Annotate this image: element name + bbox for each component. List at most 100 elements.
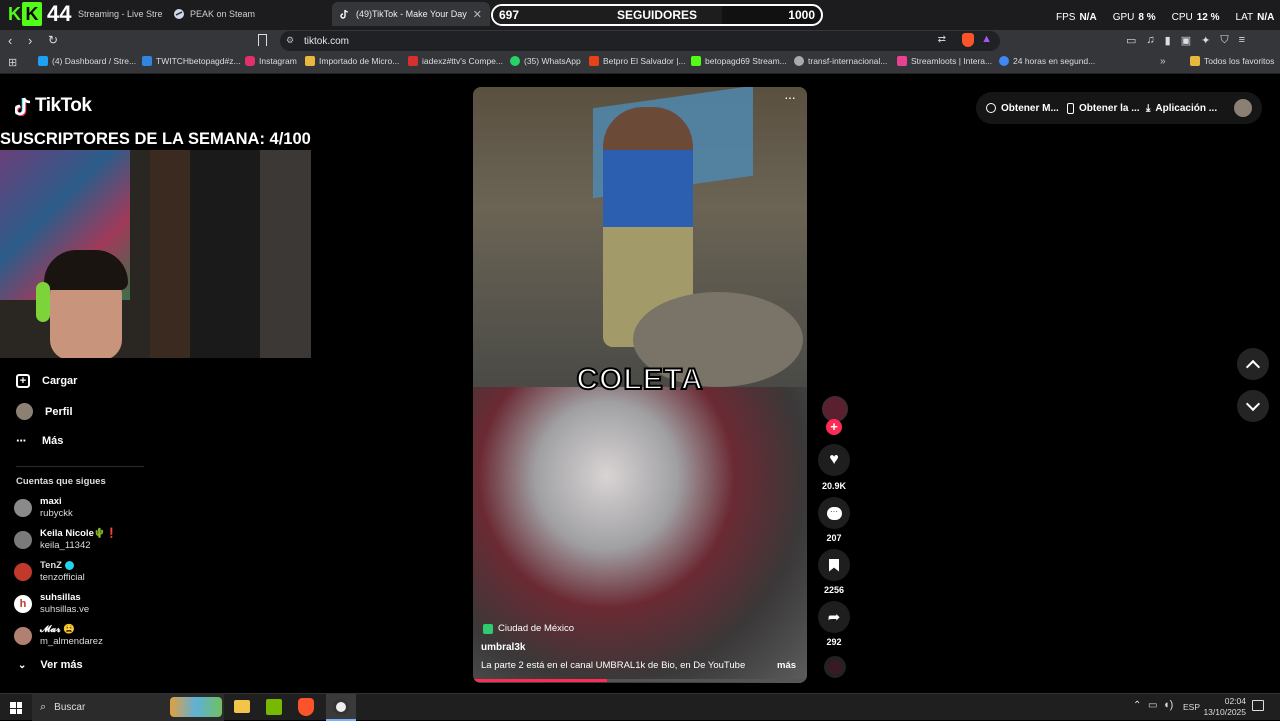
close-tab-icon[interactable]: ✕: [473, 8, 482, 21]
site-info-icon[interactable]: ⚙: [286, 35, 294, 46]
video-menu-icon[interactable]: ···: [784, 89, 796, 105]
door-frame: [190, 150, 260, 358]
system-stats: FPS N/A GPU 8 % CPU 12 % LAT N/A: [1056, 12, 1274, 23]
clock[interactable]: 02:04 13/10/2025: [1200, 696, 1246, 718]
notifications-icon[interactable]: [1252, 700, 1264, 711]
tab-streaming[interactable]: Streaming - Live Stream: [70, 2, 170, 26]
bookmark-transf[interactable]: transf-internacional...: [794, 56, 887, 66]
comment-button[interactable]: ···: [818, 497, 850, 529]
bookmark-twitch[interactable]: TWITCHbetopagd#z...: [142, 56, 241, 66]
back-icon[interactable]: ‹: [8, 33, 12, 48]
apps-grid-icon[interactable]: ⊞: [8, 56, 17, 69]
tab-steam[interactable]: PEAK on Steam: [166, 2, 326, 26]
browser-nav-bar: ‹ › ↻ ⚙ tiktok.com ⇄ ▲ ▭ ♫ ▮ ▣ ✦ ⛉ ≡: [0, 30, 1280, 52]
video-location[interactable]: Ciudad de México: [483, 623, 574, 634]
volume-icon[interactable]: ◖): [1163, 699, 1173, 711]
screenshot-icon[interactable]: ▭: [1126, 34, 1136, 47]
following-item-maxi[interactable]: maxi rubyckk: [14, 496, 73, 520]
bookmark-iadexz[interactable]: iadexz#ttv's Compe...: [408, 56, 503, 66]
tab-label: PEAK on Steam: [190, 9, 256, 19]
nav-more[interactable]: ··· Más: [16, 433, 63, 448]
bookmark-whatsapp[interactable]: (35) WhatsApp: [510, 56, 581, 66]
network-icon[interactable]: ▭: [1148, 700, 1157, 711]
sidebar-icon[interactable]: ▮: [1165, 34, 1171, 47]
kick-logo-large: K: [22, 2, 42, 26]
vpn-icon[interactable]: ⛉: [1220, 34, 1228, 47]
brave-shield-icon[interactable]: [962, 33, 974, 47]
plus-square-icon: +: [16, 374, 30, 388]
media-icon[interactable]: ♫: [1146, 34, 1154, 47]
following-item-keila[interactable]: Keila Nicole🌵❗ keila_11342: [14, 528, 118, 552]
desktop-app-button[interactable]: ⤓ Aplicación ...: [1146, 93, 1217, 123]
bookmark-betpro[interactable]: Betpro El Salvador |...: [589, 56, 686, 66]
chevron-up-icon: [1245, 359, 1261, 374]
brave-icon[interactable]: [298, 698, 314, 716]
following-item-tenz[interactable]: TenZ tenzofficial: [14, 560, 85, 584]
obs-icon-active[interactable]: [326, 694, 356, 721]
comment-icon: ···: [826, 506, 842, 520]
following-header: Cuentas que sigues: [16, 476, 106, 487]
cpu-value: 12 %: [1196, 12, 1220, 23]
video-author[interactable]: umbral3k: [481, 642, 525, 653]
nav-upload[interactable]: + Cargar: [16, 374, 77, 388]
folder-icon: [305, 56, 315, 66]
music-disc-icon[interactable]: [824, 656, 846, 678]
caption-more-link[interactable]: más: [777, 660, 796, 671]
bookmark-favicon: [245, 56, 255, 66]
address-url: tiktok.com: [304, 35, 350, 47]
following-name: suhsillas: [40, 592, 81, 603]
tray-chevron-icon[interactable]: ⌃: [1133, 700, 1141, 711]
next-video-button[interactable]: [1237, 390, 1269, 422]
previous-video-button[interactable]: [1237, 348, 1269, 380]
bookmark-all-favorites[interactable]: Todos los favoritos: [1190, 56, 1274, 66]
clock-time: 02:04: [1224, 696, 1246, 706]
wall-right: [260, 150, 311, 358]
bookmark-label: Streamloots | Intera...: [911, 56, 993, 66]
get-coins-button[interactable]: Obtener M...: [986, 93, 1059, 123]
bookmark-kick[interactable]: betopagd69 Stream...: [691, 56, 787, 66]
bookmark-instagram[interactable]: Instagram: [245, 56, 297, 66]
bookmark-icon[interactable]: [258, 34, 267, 46]
user-avatar[interactable]: [1234, 99, 1252, 117]
share-button[interactable]: ➦: [818, 601, 850, 633]
explorer-icon[interactable]: [234, 700, 250, 713]
followers-goal: 1000: [788, 8, 815, 22]
like-button[interactable]: ♥: [818, 444, 850, 476]
bookmark-streamloots[interactable]: Streamloots | Intera...: [897, 56, 992, 66]
bookmark-dashboard[interactable]: (4) Dashboard / Stre...: [38, 56, 136, 66]
reload-icon[interactable]: ↻: [48, 33, 58, 47]
more-bookmarks-icon[interactable]: »: [1160, 56, 1166, 67]
forward-icon[interactable]: ›: [28, 33, 32, 48]
doorway: [150, 150, 190, 358]
video-player[interactable]: COLETA ··· Ciudad de México umbral3k La …: [473, 87, 807, 683]
nav-profile[interactable]: Perfil: [16, 403, 73, 420]
tab-tiktok[interactable]: (49)TikTok - Make Your Day ✕: [332, 2, 490, 26]
bookmark-imported[interactable]: Importado de Micro...: [305, 56, 399, 66]
cpu-label: CPU: [1171, 12, 1193, 23]
address-bar[interactable]: ⚙ tiktok.com ⇄ ▲: [280, 31, 1000, 51]
phone-icon: [1067, 102, 1074, 114]
nvidia-icon[interactable]: [266, 699, 282, 715]
language-indicator[interactable]: ESP: [1183, 702, 1200, 712]
translate-icon[interactable]: ⇄: [938, 34, 946, 45]
rewards-icon[interactable]: ▲: [981, 33, 992, 45]
windows-start-icon[interactable]: [10, 702, 22, 714]
tiktok-logo[interactable]: TikTok: [15, 95, 92, 117]
windows-taskbar: ⌕ Buscar ⌃ ▭ ◖) ESP 02:04 13/10/2025: [0, 693, 1280, 721]
bookmark-google[interactable]: 24 horas en segund...: [999, 56, 1095, 66]
following-item-suhsillas[interactable]: h suhsillas suhsillas.ve: [14, 592, 89, 616]
bookmark-favicon: [897, 56, 907, 66]
following-item-mar[interactable]: 𝓜𝓪𝓻 😩 m_almendarez: [14, 624, 103, 648]
bookmark-label: betopagd69 Stream...: [705, 56, 787, 66]
get-app-button[interactable]: Obtener la ...: [1067, 93, 1140, 123]
leo-icon[interactable]: ✦: [1201, 34, 1210, 47]
follow-plus-icon[interactable]: +: [826, 419, 842, 435]
taskbar-search[interactable]: ⌕ Buscar: [32, 694, 224, 721]
following-name: maxi: [40, 496, 62, 507]
nav-more-label: Más: [42, 434, 64, 447]
wallet-icon[interactable]: ▣: [1181, 34, 1191, 47]
see-more-following[interactable]: ⌄ Ver más: [18, 659, 83, 671]
menu-icon[interactable]: ≡: [1239, 34, 1245, 47]
video-progress-track[interactable]: [473, 679, 807, 682]
save-button[interactable]: [818, 549, 850, 581]
